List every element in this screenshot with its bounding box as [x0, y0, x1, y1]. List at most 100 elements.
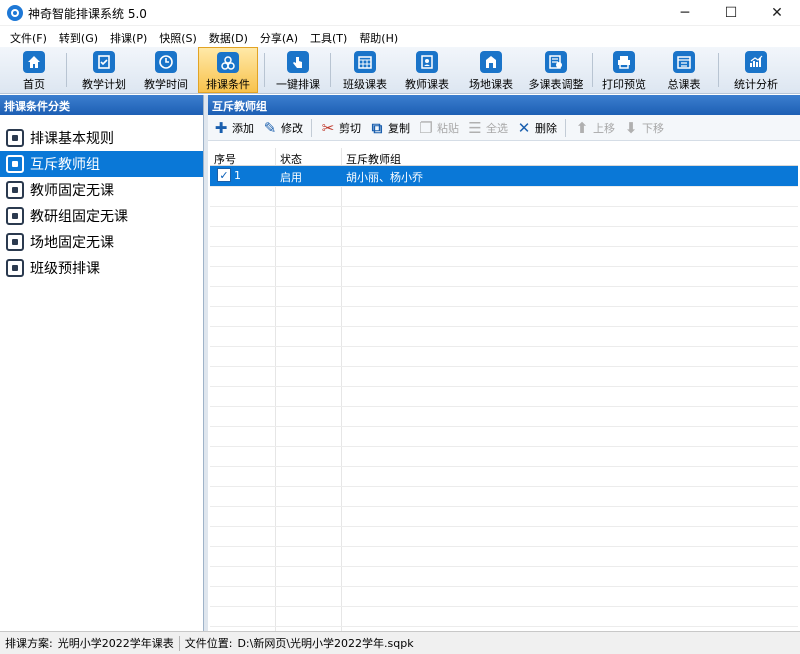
category-panel-title: 排课条件分类	[0, 95, 203, 115]
category-item-label: 排课基本规则	[30, 131, 114, 147]
menu-help[interactable]: 帮助(H)	[353, 27, 404, 47]
exclusive-teacher-group-table: 序号 状态 互斥教师组 ✓ 1 启用 胡小丽、杨小乔	[210, 148, 798, 631]
move-up-button[interactable]: ⬆ 上移	[574, 118, 615, 137]
copy-button[interactable]: ⧉ 复制	[369, 118, 410, 137]
menu-goto[interactable]: 转到(G)	[53, 27, 104, 47]
delete-x-icon: ✕	[517, 118, 531, 137]
summary-table-icon	[673, 51, 695, 73]
action-toolbar: ✚ 添加 ✎ 修改 ✂ 剪切 ⧉ 复制 ❐ 粘贴 ☰ 全选 ✕ 删除 ⬆ 上移 …	[208, 115, 800, 141]
toolbar-statistics-button[interactable]: 统计分析	[730, 47, 782, 93]
clipboard-check-icon	[93, 51, 115, 73]
row-index: 1	[234, 169, 241, 182]
toolbar-print-preview-button[interactable]: 打印预览	[600, 47, 648, 93]
app-logo-icon	[7, 5, 23, 21]
category-item-teacher-fixed-free[interactable]: 教师固定无课	[0, 177, 203, 203]
room-icon	[6, 233, 24, 251]
status-bar: 排课方案: 光明小学2022学年课表 文件位置: D:\新网页\光明小学2022…	[0, 631, 800, 654]
menu-data[interactable]: 数据(D)	[203, 27, 254, 47]
select-all-icon: ☰	[468, 118, 482, 137]
category-item-label: 教师固定无课	[30, 183, 114, 199]
menu-share[interactable]: 分享(A)	[254, 27, 304, 47]
toolbar-teaching-plan-button[interactable]: 教学计划	[78, 47, 130, 93]
toolbar-home-button[interactable]: 首页	[8, 47, 60, 93]
menu-snapshot[interactable]: 快照(S)	[153, 27, 203, 47]
menu-file[interactable]: 文件(F)	[4, 27, 53, 47]
cube-icon	[6, 207, 24, 225]
grid-row-line	[210, 586, 798, 587]
select-all-button[interactable]: ☰ 全选	[467, 118, 508, 137]
grid-row-line	[210, 566, 798, 567]
grid-row-line	[210, 406, 798, 407]
copy-icon: ⧉	[371, 118, 383, 137]
detail-panel-title: 互斥教师组	[208, 95, 800, 115]
calendar-grid-icon	[354, 51, 376, 73]
arrow-up-icon: ⬆	[575, 118, 589, 137]
toolbar-multi-adjust-button[interactable]: 多课表调整	[526, 47, 586, 93]
column-header-teachers[interactable]: 互斥教师组	[346, 151, 401, 167]
row-status: 启用	[280, 171, 302, 184]
grid-row-line	[210, 246, 798, 247]
table-header: 序号 状态 互斥教师组	[210, 148, 798, 166]
hand-click-icon	[287, 51, 309, 73]
menu-tools[interactable]: 工具(T)	[304, 27, 353, 47]
grid-row-line	[210, 606, 798, 607]
clock-icon	[155, 51, 177, 73]
toolbar-venue-timetable-button[interactable]: 场地课表	[464, 47, 518, 93]
move-down-button[interactable]: ⬇ 下移	[623, 118, 664, 137]
toolbar-class-timetable-button[interactable]: 班级课表	[338, 47, 392, 93]
paste-button[interactable]: ❐ 粘贴	[418, 118, 459, 137]
window-title: 神奇智能排课系统 5.0	[28, 7, 147, 21]
grid-row-line	[210, 386, 798, 387]
row-teachers: 胡小丽、杨小乔	[346, 171, 423, 184]
grid-row-line	[210, 466, 798, 467]
main-toolbar: 首页 教学计划 教学时间 排课条件 一键排课 班级课表 教师课表 场地课表 多课…	[0, 47, 800, 94]
toolbar-divider	[330, 53, 331, 87]
table-row[interactable]: ✓ 1 启用 胡小丽、杨小乔	[210, 166, 798, 186]
column-header-status[interactable]: 状态	[280, 151, 302, 167]
category-item-label: 场地固定无课	[30, 235, 114, 251]
category-item-basic-rules[interactable]: 排课基本规则	[0, 125, 203, 151]
column-header-index[interactable]: 序号	[214, 151, 236, 167]
building-icon	[480, 51, 502, 73]
toolbar-master-timetable-button[interactable]: 总课表	[660, 47, 708, 93]
grid-row-line	[210, 346, 798, 347]
category-item-venue-fixed-free[interactable]: 场地固定无课	[0, 229, 203, 255]
category-item-class-prearranged[interactable]: 班级预排课	[0, 255, 203, 281]
grid-row-line	[210, 446, 798, 447]
plus-icon: ✚	[214, 118, 228, 137]
cut-button[interactable]: ✂ 剪切	[320, 118, 361, 137]
edit-button[interactable]: ✎ 修改	[262, 119, 303, 137]
grid-row-line	[210, 426, 798, 427]
teacher-group-icon	[6, 155, 24, 173]
grid-row-line	[210, 506, 798, 507]
paste-icon: ❐	[419, 118, 433, 137]
delete-button[interactable]: ✕ 删除	[516, 118, 557, 137]
category-item-exclusive-teacher-group[interactable]: 互斥教师组	[0, 151, 203, 177]
scissors-icon: ✂	[321, 118, 335, 137]
category-item-label: 班级预排课	[30, 261, 100, 277]
toolbar-divider	[66, 53, 67, 87]
column-divider	[341, 148, 342, 631]
toolbar-divider	[264, 53, 265, 87]
toolbar-teacher-timetable-button[interactable]: 教师课表	[400, 47, 454, 93]
toolbar-one-click-schedule-button[interactable]: 一键排课	[272, 47, 324, 93]
printer-icon	[613, 51, 635, 73]
maximize-button[interactable]: ☐	[708, 0, 754, 26]
file-location-label: 文件位置:	[184, 637, 233, 650]
close-button[interactable]: ✕	[754, 0, 800, 26]
menu-schedule[interactable]: 排课(P)	[104, 27, 153, 47]
category-item-research-group-fixed-free[interactable]: 教研组固定无课	[0, 203, 203, 229]
grid-row-line	[210, 186, 798, 187]
rules-icon	[6, 129, 24, 147]
grid-row-line	[210, 526, 798, 527]
add-button[interactable]: ✚ 添加	[213, 118, 254, 137]
arrow-down-icon: ⬇	[624, 118, 638, 137]
minimize-button[interactable]: ─	[662, 0, 708, 26]
teacher-icon	[6, 181, 24, 199]
toolbar-schedule-conditions-button[interactable]: 排课条件	[198, 47, 258, 93]
row-checkbox[interactable]: ✓	[217, 168, 231, 182]
grid-row-line	[210, 366, 798, 367]
toolbar-teaching-time-button[interactable]: 教学时间	[140, 47, 192, 93]
grid-row-line	[210, 546, 798, 547]
category-item-label: 教研组固定无课	[30, 209, 128, 225]
